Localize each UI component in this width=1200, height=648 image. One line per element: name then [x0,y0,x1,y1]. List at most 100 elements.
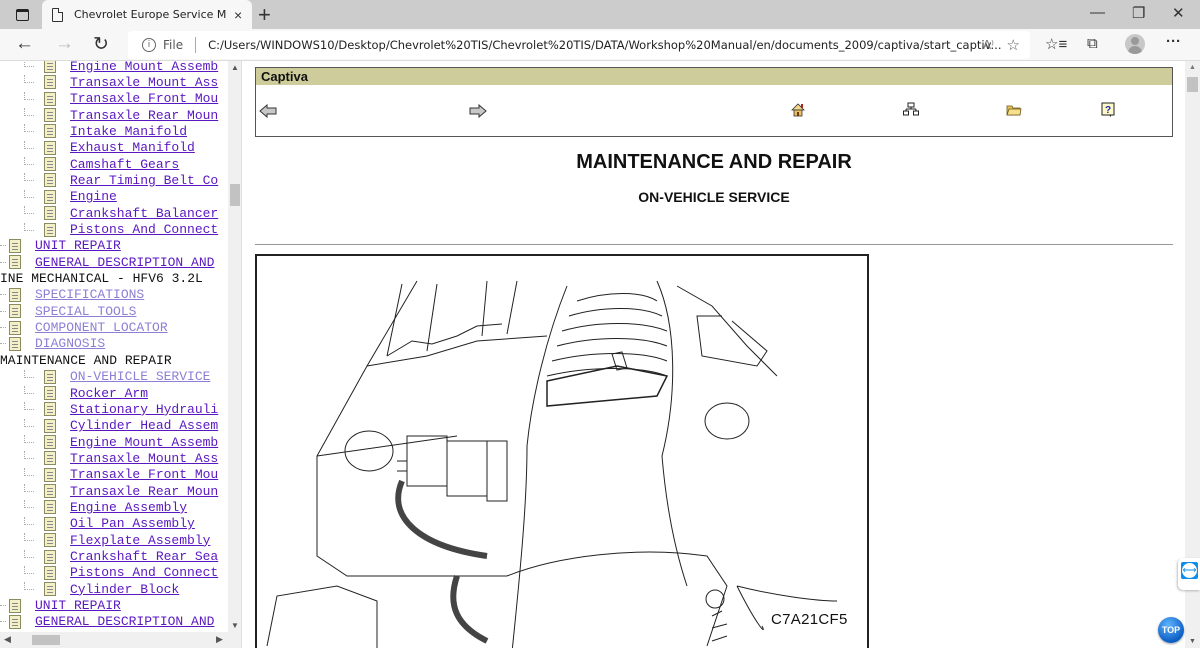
toc-item[interactable]: ON-VEHICLE SERVICE [24,369,210,385]
minimize-button[interactable]: — [1090,4,1105,21]
toc-item[interactable]: Camshaft Gears [24,156,179,172]
scroll-thumb[interactable] [230,184,240,206]
toc-item[interactable]: COMPONENT LOCATOR [0,320,168,336]
toc-item[interactable]: Cylinder Block [24,581,179,597]
toc-item-label[interactable]: Stationary Hydrauli [70,402,218,417]
collections-icon[interactable]: ⧉ [1087,35,1098,52]
toc-item-label[interactable]: Engine Mount Assemb [70,435,218,450]
toc-item-label[interactable]: Cylinder Head Assem [70,418,218,433]
browser-tab[interactable]: Chevrolet Europe Service Manual × [42,0,252,29]
sitemap-icon[interactable] [903,102,919,116]
home-icon[interactable] [791,103,805,117]
toc-item-label[interactable]: Pistons And Connect [70,565,218,580]
scroll-down-icon[interactable]: ▼ [1189,638,1196,645]
address-bar[interactable]: i File C:/Users/WINDOWS10/Desktop/Chevro… [128,31,1030,59]
scroll-down-icon[interactable]: ▼ [231,621,239,630]
toc-item-label[interactable]: Crankshaft Balancer [70,206,218,221]
toc-item-label[interactable]: Transaxle Rear Moun [70,484,218,499]
toc-item-label[interactable]: Engine [70,189,117,204]
info-icon[interactable]: i [142,38,156,52]
scroll-up-icon[interactable]: ▲ [1189,64,1196,71]
more-menu-icon[interactable]: ··· [1166,33,1181,50]
toc-item[interactable]: Transaxle Front Mou [24,467,218,483]
toc-item-label[interactable]: Crankshaft Rear Sea [70,549,218,564]
toc-item[interactable]: Crankshaft Balancer [24,205,218,221]
back-button[interactable]: ← [15,33,34,55]
close-window-button[interactable]: ✕ [1172,4,1185,22]
toc-item[interactable]: Cylinder Head Assem [24,418,218,434]
help-icon[interactable]: ? [1101,102,1115,118]
toc-item[interactable]: Engine [24,189,117,205]
toc-item[interactable]: GENERAL DESCRIPTION AND [0,254,214,270]
back-to-top-button[interactable]: TOP [1158,617,1184,643]
toc-item[interactable]: Oil Pan Assembly [24,516,195,532]
previous-arrow-icon[interactable] [259,104,277,118]
toc-item[interactable]: Engine Mount Assemb [24,434,218,450]
toc-item-label[interactable]: Flexplate Assembly [70,533,210,548]
refresh-button[interactable]: ↻ [93,33,109,56]
toc-item[interactable]: SPECIFICATIONS [0,287,144,303]
toc-item-label[interactable]: Engine Mount Assemb [70,61,218,74]
toc-item[interactable]: Engine Assembly [24,499,187,515]
toc-item-label[interactable]: GENERAL DESCRIPTION AND [35,614,214,629]
toc-item[interactable]: SPECIAL TOOLS [0,303,136,319]
toc-item-label[interactable]: Cylinder Block [70,582,179,597]
scroll-thumb[interactable] [32,635,60,645]
read-aloud-icon[interactable]: A⁾ [983,38,994,52]
toc-item-label[interactable]: Transaxle Front Mou [70,467,218,482]
toc-item[interactable]: Flexplate Assembly [24,532,210,548]
toc-item[interactable]: Transaxle Mount Ass [24,74,218,90]
teamviewer-widget[interactable] [1178,558,1200,590]
toc-item[interactable]: UNIT REPAIR [0,238,121,254]
toc-item-label[interactable]: DIAGNOSIS [35,336,105,351]
toc-item-label[interactable]: Transaxle Mount Ass [70,451,218,466]
toc-item[interactable]: UNIT REPAIR [0,598,121,614]
toc-item[interactable]: GENERAL DESCRIPTION AND [0,614,214,630]
scroll-left-icon[interactable]: ◀ [4,634,11,645]
toc-item[interactable]: Pistons And Connect [24,565,218,581]
toc-item[interactable]: Intake Manifold [24,123,187,139]
toc-item[interactable]: Transaxle Rear Moun [24,483,218,499]
toc-item-label[interactable]: Engine Assembly [70,500,187,515]
toc-item[interactable]: Transaxle Front Mou [24,91,218,107]
toc-item[interactable]: Crankshaft Rear Sea [24,549,218,565]
toc-item-label[interactable]: Transaxle Mount Ass [70,75,218,90]
tab-actions-button[interactable] [10,5,34,25]
toc-item[interactable]: Rear Timing Belt Co [24,172,218,188]
next-arrow-icon[interactable] [469,104,487,118]
toc-item-label[interactable]: Transaxle Front Mou [70,91,218,106]
profile-avatar[interactable] [1125,34,1145,54]
toc-item[interactable]: DIAGNOSIS [0,336,105,352]
toc-vertical-scrollbar[interactable]: ▲ ▼ [228,61,241,632]
favorites-icon[interactable]: ☆≡ [1045,35,1067,53]
toc-item[interactable]: Stationary Hydrauli [24,401,218,417]
toc-item-label[interactable]: SPECIAL TOOLS [35,304,136,319]
toc-item[interactable]: Engine Mount Assemb [24,61,218,74]
toc-item-label[interactable]: COMPONENT LOCATOR [35,320,168,335]
scroll-up-icon[interactable]: ▲ [231,63,239,72]
toc-item-label[interactable]: SPECIFICATIONS [35,287,144,302]
toc-item-label[interactable]: Rocker Arm [70,386,148,401]
toc-item[interactable]: Rocker Arm [24,385,148,401]
toc-item-label[interactable]: ON-VEHICLE SERVICE [70,369,210,384]
scroll-right-icon[interactable]: ▶ [216,634,223,645]
restore-button[interactable]: ❐ [1132,4,1145,22]
toc-item-label[interactable]: Exhaust Manifold [70,140,195,155]
forward-button[interactable]: → [55,33,74,55]
toc-item-label[interactable]: UNIT REPAIR [35,598,121,613]
toc-item[interactable]: Exhaust Manifold [24,140,195,156]
toc-item[interactable]: Transaxle Mount Ass [24,450,218,466]
toc-item-label[interactable]: Transaxle Rear Moun [70,108,218,123]
scroll-thumb[interactable] [1187,77,1198,92]
new-tab-button[interactable]: + [258,2,271,28]
toc-item[interactable]: Transaxle Rear Moun [24,107,218,123]
tab-close-button[interactable]: × [234,7,242,23]
address-url[interactable]: C:/Users/WINDOWS10/Desktop/Chevrolet%20T… [208,38,1001,52]
toc-horizontal-scrollbar[interactable]: ◀ ▶ [0,632,241,648]
toc-item-label[interactable]: UNIT REPAIR [35,238,121,253]
toc-item-label[interactable]: Camshaft Gears [70,157,179,172]
folder-icon[interactable] [1006,104,1022,117]
toc-item[interactable]: Pistons And Connect [24,222,218,238]
toc-item-label[interactable]: Intake Manifold [70,124,187,139]
add-favorite-icon[interactable]: ☆ [1007,36,1020,54]
